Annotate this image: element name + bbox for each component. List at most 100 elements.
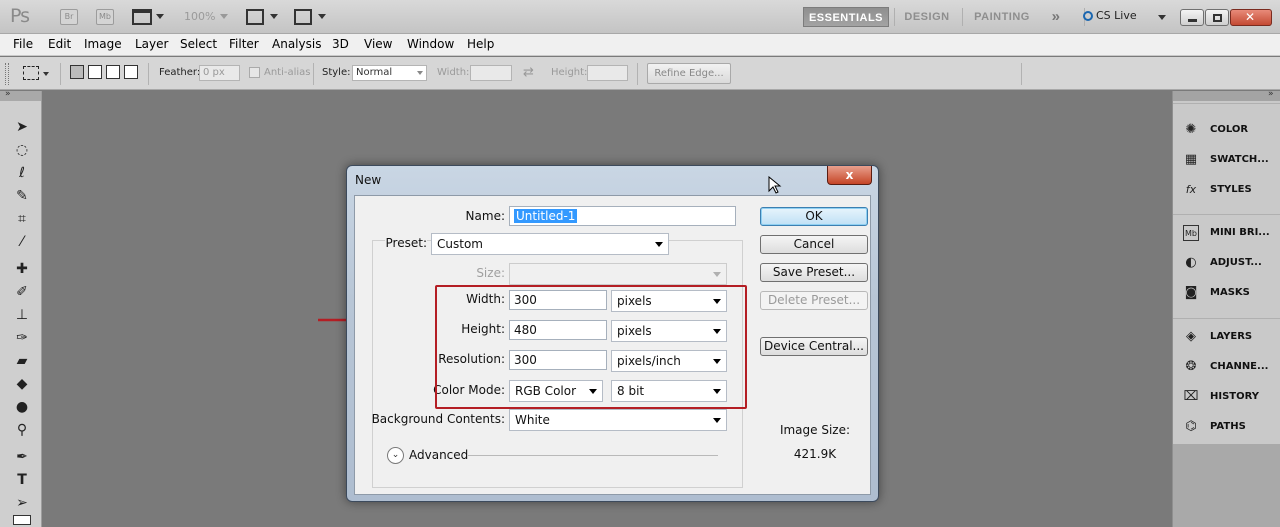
cancel-button[interactable]: Cancel: [760, 235, 868, 254]
panel-mini-bridge[interactable]: Mb MINI BRI...: [1181, 221, 1277, 245]
dialog-close-button[interactable]: x: [827, 166, 872, 185]
preset-select[interactable]: Custom: [431, 233, 669, 255]
extras-caret-icon[interactable]: [156, 14, 164, 19]
menu-filter[interactable]: Filter: [229, 37, 259, 51]
minimize-button[interactable]: [1180, 9, 1204, 26]
zoom-caret-icon[interactable]: [220, 14, 228, 19]
anti-alias-checkbox[interactable]: [249, 67, 260, 78]
device-central-button[interactable]: Device Central...: [760, 337, 868, 356]
arrange-caret-icon[interactable]: [270, 14, 278, 19]
menu-view[interactable]: View: [364, 37, 392, 51]
workspace-divider: [894, 8, 895, 26]
move-tool-icon[interactable]: ➤: [12, 117, 32, 137]
crop-tool-icon[interactable]: ⌗: [12, 209, 32, 229]
menu-help[interactable]: Help: [467, 37, 494, 51]
tool-preset-caret-icon[interactable]: [43, 72, 49, 76]
collapse-dock-icon[interactable]: »: [1268, 89, 1274, 99]
panel-adjustments[interactable]: ◐ ADJUST...: [1181, 251, 1277, 275]
panel-layers[interactable]: ◈ LAYERS: [1181, 325, 1277, 349]
history-icon: ⌧: [1183, 389, 1199, 404]
dodge-tool-icon[interactable]: ⚲: [12, 420, 32, 440]
zoom-level[interactable]: 100%: [184, 10, 215, 23]
menu-layer[interactable]: Layer: [135, 37, 168, 51]
paint-bucket-tool-icon[interactable]: ◆: [12, 374, 32, 394]
cs-live-icon: [1083, 11, 1093, 21]
background-contents-label: Background Contents:: [371, 412, 505, 426]
name-input-value: Untitled-1: [514, 209, 578, 223]
screen-mode-icon[interactable]: [294, 9, 312, 25]
advanced-expand-icon[interactable]: ⌄: [387, 447, 404, 464]
panel-dock-header[interactable]: »: [1173, 89, 1280, 101]
delete-preset-button[interactable]: Delete Preset...: [760, 291, 868, 310]
type-tool-icon[interactable]: T: [12, 470, 32, 490]
cs-live-button[interactable]: CS Live: [1096, 9, 1137, 22]
workspace-essentials[interactable]: ESSENTIALS: [803, 7, 889, 27]
more-workspaces-icon[interactable]: »: [1044, 7, 1068, 27]
tools-panel-header[interactable]: »: [0, 89, 41, 101]
marquee-tool-icon[interactable]: ◌: [12, 140, 32, 160]
arrange-documents-icon[interactable]: [246, 9, 264, 25]
panel-group-bridge: Mb MINI BRI... ◐ ADJUST... ◙ MASKS: [1173, 214, 1280, 318]
new-selection-icon[interactable]: [70, 65, 84, 79]
feather-input[interactable]: 0 px: [199, 65, 240, 81]
extras-icon[interactable]: [132, 9, 152, 25]
ok-button[interactable]: OK: [760, 207, 868, 226]
menu-file[interactable]: File: [13, 37, 33, 51]
expand-panel-icon[interactable]: »: [5, 89, 11, 99]
clone-stamp-tool-icon[interactable]: ⊥: [12, 305, 32, 325]
bridge-button[interactable]: Br: [60, 9, 78, 25]
panel-channels[interactable]: ❂ CHANNE...: [1181, 355, 1277, 379]
pen-tool-icon[interactable]: ✒: [12, 447, 32, 467]
healing-brush-tool-icon[interactable]: ✚: [12, 259, 32, 279]
panel-swatches[interactable]: ▦ SWATCH...: [1181, 148, 1277, 172]
preset-label: Preset:: [385, 236, 427, 250]
quick-selection-tool-icon[interactable]: ✎: [12, 186, 32, 206]
intersect-selection-icon[interactable]: [124, 65, 138, 79]
panel-group-layers: ◈ LAYERS ❂ CHANNE... ⌧ HISTORY ⌬ PATHS: [1173, 318, 1280, 444]
panel-history[interactable]: ⌧ HISTORY: [1181, 385, 1277, 409]
panel-group-color: ✺ COLOR ▦ SWATCH... fx STYLES: [1173, 103, 1280, 214]
eraser-tool-icon[interactable]: ▰: [12, 351, 32, 371]
panel-styles[interactable]: fx STYLES: [1181, 178, 1277, 202]
workspace-design[interactable]: DESIGN: [898, 7, 956, 27]
mini-bridge-button[interactable]: Mb: [96, 9, 114, 25]
screen-mode-caret-icon[interactable]: [318, 14, 326, 19]
name-input[interactable]: Untitled-1: [509, 206, 736, 226]
close-app-button[interactable]: ✕: [1230, 9, 1272, 26]
panel-masks[interactable]: ◙ MASKS: [1181, 281, 1277, 305]
palette-icon: ✺: [1185, 122, 1197, 137]
style-select[interactable]: Normal: [352, 65, 427, 81]
height-input[interactable]: [587, 65, 628, 81]
lasso-tool-icon[interactable]: ℓ: [12, 163, 32, 183]
add-to-selection-icon[interactable]: [88, 65, 102, 79]
brush-tool-icon[interactable]: ✐: [12, 282, 32, 302]
menu-3d[interactable]: 3D: [332, 37, 349, 51]
refine-edge-button[interactable]: Refine Edge...: [647, 63, 731, 84]
panel-color[interactable]: ✺ COLOR: [1181, 118, 1277, 142]
cs-live-caret-icon[interactable]: [1158, 15, 1166, 20]
path-selection-tool-icon[interactable]: ➢: [12, 493, 32, 513]
menu-analysis[interactable]: Analysis: [272, 37, 321, 51]
blur-tool-icon[interactable]: ●: [12, 397, 32, 417]
size-select[interactable]: [509, 263, 727, 285]
background-contents-select[interactable]: White: [509, 409, 727, 431]
swap-dimensions-icon[interactable]: ⇄: [523, 65, 534, 80]
menu-window[interactable]: Window: [407, 37, 454, 51]
history-brush-tool-icon[interactable]: ✑: [12, 328, 32, 348]
menu-select[interactable]: Select: [180, 37, 217, 51]
workspace-painting[interactable]: PAINTING: [966, 7, 1038, 27]
restore-button[interactable]: [1205, 9, 1229, 26]
marquee-tool-icon[interactable]: [23, 66, 39, 80]
width-input[interactable]: [470, 65, 512, 81]
save-preset-button[interactable]: Save Preset...: [760, 263, 868, 282]
advanced-label[interactable]: Advanced: [409, 448, 468, 462]
shape-tool-icon[interactable]: [13, 515, 31, 525]
menu-image[interactable]: Image: [84, 37, 122, 51]
panel-mini-bridge-label: MINI BRI...: [1210, 227, 1270, 238]
subtract-selection-icon[interactable]: [106, 65, 120, 79]
options-grip[interactable]: [5, 63, 9, 85]
panel-paths[interactable]: ⌬ PATHS: [1181, 415, 1277, 439]
panel-swatches-label: SWATCH...: [1210, 154, 1269, 165]
menu-edit[interactable]: Edit: [48, 37, 71, 51]
eyedropper-tool-icon[interactable]: ⁄: [12, 232, 32, 252]
